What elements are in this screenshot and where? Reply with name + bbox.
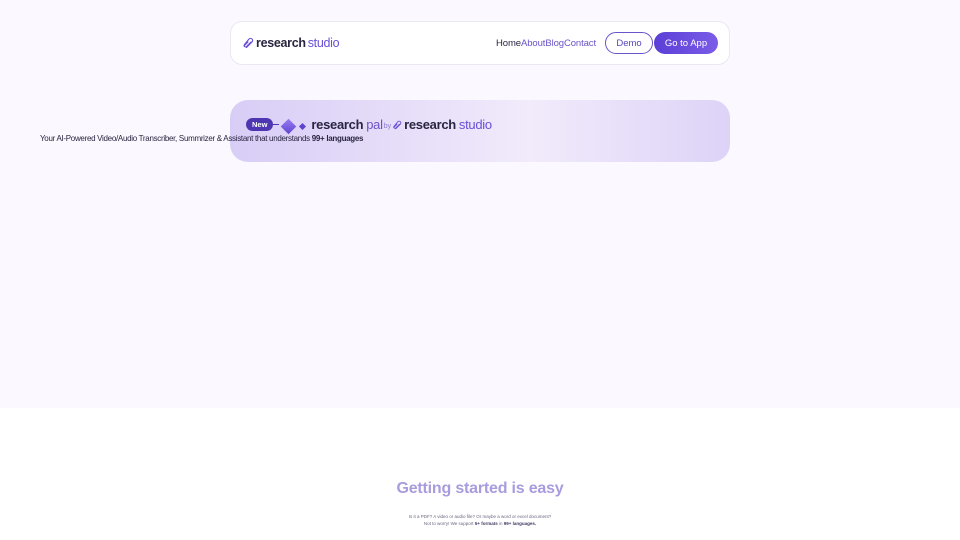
nav-link-home[interactable]: Home (496, 38, 521, 49)
banner-tagline: Your AI-Powered Video/Audio Transcriber,… (40, 134, 364, 143)
desc-mid: in (498, 520, 503, 526)
small-diamond-icon (299, 122, 307, 131)
desc-languages: 99+ languages. (503, 520, 537, 526)
link-icon (393, 120, 402, 129)
nav-links: Home About Blog Contact Demo Go to App (496, 32, 718, 54)
brand-logo[interactable]: research studio (242, 36, 340, 50)
demo-button[interactable]: Demo (605, 32, 653, 54)
pal-research-text: research (311, 117, 364, 132)
brand-research: research (256, 36, 306, 50)
new-badge: New (246, 118, 274, 131)
studio-research-text: research (404, 117, 456, 132)
product-banner[interactable]: New research pal by research studio (230, 100, 730, 162)
section-title: Getting started is easy (396, 480, 564, 497)
link-icon (243, 37, 254, 49)
tagline-text: Your AI-Powered Video/Audio Transcriber,… (40, 134, 310, 143)
nav-link-about[interactable]: About (521, 38, 545, 49)
desc-formats: 5+ formats (474, 520, 498, 526)
desc-prefix: Not to worry! We support (423, 520, 474, 526)
tagline-languages: 99+ languages (311, 134, 364, 143)
studio-text: studio (458, 117, 492, 132)
badge-connector (273, 124, 280, 125)
navbar: research studio Home About Blog Contact … (230, 21, 730, 65)
nav-link-contact[interactable]: Contact (564, 38, 596, 49)
brand-studio: studio (307, 36, 340, 50)
section-desc-line2: Not to worry! We support 5+ formats in 9… (0, 521, 960, 528)
section-description: Is it a PDF? A video or audio file? Or m… (0, 514, 960, 527)
pal-text: pal (366, 117, 383, 132)
go-to-app-button[interactable]: Go to App (654, 32, 718, 54)
banner-title-row: New research pal by research studio (246, 117, 492, 135)
nav-link-blog[interactable]: Blog (545, 38, 564, 49)
by-text: by (383, 122, 392, 130)
diamond-icon (281, 118, 297, 135)
